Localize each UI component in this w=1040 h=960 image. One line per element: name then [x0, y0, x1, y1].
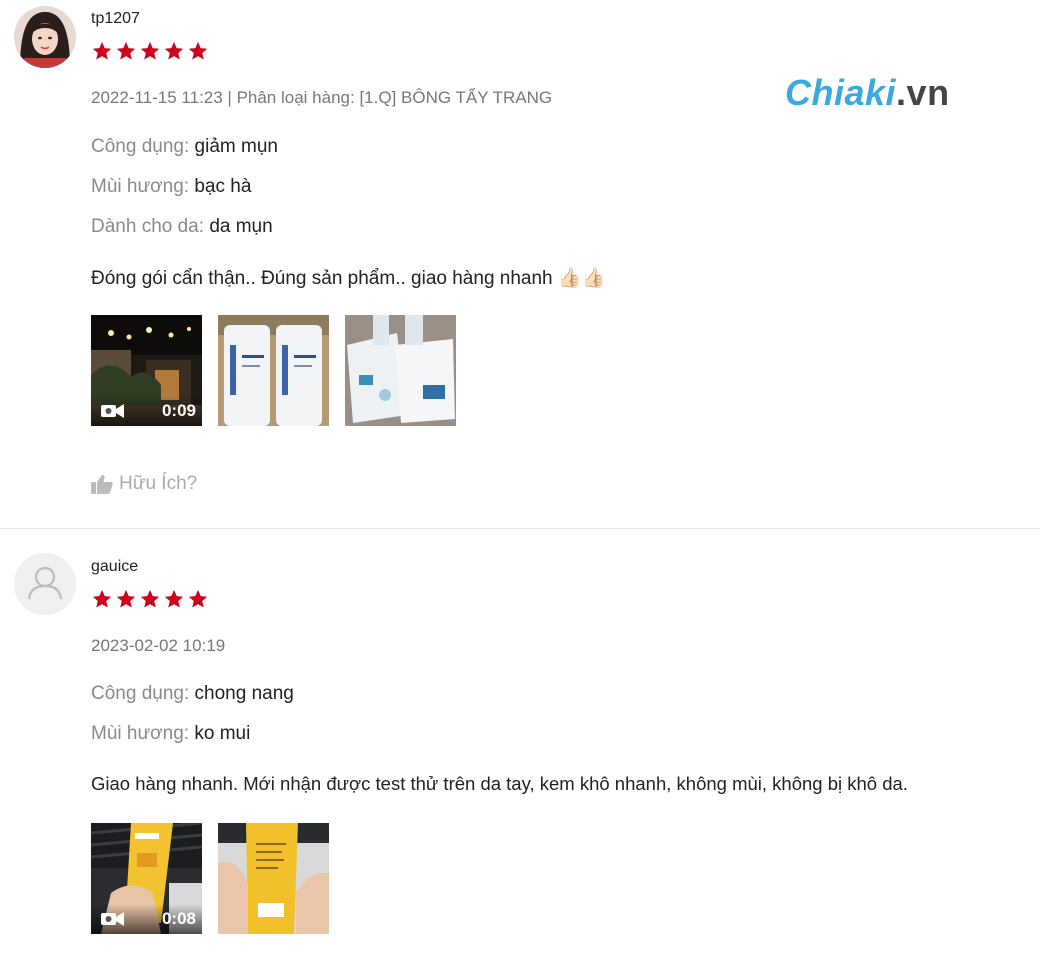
avatar[interactable] [14, 6, 76, 68]
star-icon [116, 41, 136, 60]
star-icon [116, 589, 136, 608]
video-thumbnail[interactable]: 0:08 [91, 823, 202, 934]
star-rating [91, 588, 209, 610]
attribute-value: giảm mụn [194, 136, 278, 157]
image-thumbnail[interactable] [218, 315, 329, 426]
avatar[interactable] [14, 553, 76, 615]
helpful-label: Hữu Ích? [119, 473, 198, 494]
review-item: tp1207 2022-11-15 11:23 | Phân loại hàng… [0, 0, 1040, 529]
sunscreen-back-image [218, 823, 329, 934]
review-meta: 2022-11-15 11:23 | Phân loại hàng: [1.Q]… [91, 88, 553, 107]
star-icon [140, 589, 160, 608]
star-icon [188, 41, 208, 60]
default-user-icon [14, 553, 76, 615]
thumbs-up-icon [91, 475, 113, 494]
attribute-value: bạc hà [194, 176, 252, 197]
attribute-row: Mùi hương: ko mui [91, 723, 250, 745]
user-photo-icon [14, 6, 76, 68]
media-gallery: 0:08 [91, 823, 329, 934]
attribute-key: Mùi hương: [91, 723, 190, 744]
attribute-key: Công dụng: [91, 136, 190, 157]
attribute-key: Công dụng: [91, 683, 190, 704]
attribute-key: Mùi hương: [91, 176, 190, 197]
star-icon [164, 41, 184, 60]
video-camera-icon [101, 404, 124, 418]
username[interactable]: tp1207 [91, 10, 140, 28]
video-thumbnail[interactable]: 0:09 [91, 315, 202, 426]
helpful-button[interactable]: Hữu Ích? [91, 473, 197, 495]
review-item: gauice 2023-02-02 10:19 Công dụng: chong… [0, 529, 1040, 960]
video-overlay: 0:08 [91, 904, 202, 934]
media-gallery: 0:09 [91, 315, 456, 426]
star-icon [164, 589, 184, 608]
attribute-row: Mùi hương: bạc hà [91, 176, 251, 198]
attribute-row: Công dụng: chong nang [91, 683, 294, 705]
video-overlay: 0:09 [91, 396, 202, 426]
star-icon [140, 41, 160, 60]
video-duration: 0:08 [161, 909, 196, 928]
username[interactable]: gauice [91, 558, 138, 576]
cotton-pads-image [345, 315, 456, 426]
review-meta: 2023-02-02 10:19 [91, 636, 226, 655]
star-rating [91, 40, 209, 62]
star-icon [92, 41, 112, 60]
video-camera-icon [101, 912, 124, 926]
star-icon [92, 589, 112, 608]
image-thumbnail[interactable] [345, 315, 456, 426]
image-thumbnail[interactable] [218, 823, 329, 934]
review-comment: Đóng gói cẩn thận.. Đúng sản phẩm.. giao… [91, 268, 606, 289]
video-duration: 0:09 [161, 401, 196, 420]
star-icon [188, 589, 208, 608]
bottles-image [218, 315, 329, 426]
attribute-row: Dành cho da: da mụn [91, 216, 273, 238]
attribute-value: chong nang [194, 683, 294, 704]
attribute-value: da mụn [209, 216, 273, 237]
attribute-value: ko mui [194, 723, 251, 744]
attribute-key: Dành cho da: [91, 216, 205, 237]
review-comment: Giao hàng nhanh. Mới nhận được test thử … [91, 773, 908, 794]
attribute-row: Công dụng: giảm mụn [91, 136, 278, 158]
